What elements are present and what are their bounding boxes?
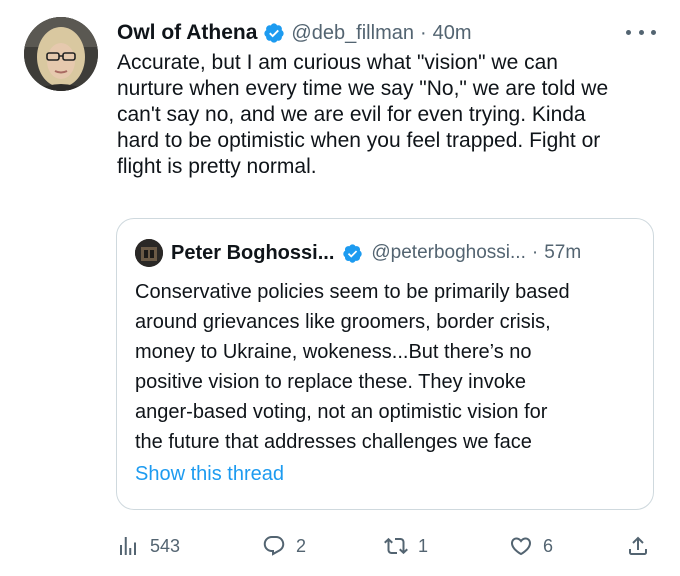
views-count: 543 [150,535,181,556]
quoted-tweet-text: Conservative policies seem to be primari… [135,281,570,453]
author-avatar[interactable] [24,17,98,91]
more-dot [638,29,644,35]
quoted-author-name[interactable]: Peter Boghossi... [171,242,334,265]
author-handle[interactable]: @deb_fillman [291,22,414,45]
heart-icon [509,534,533,558]
avatar-photo [24,17,98,91]
quoted-author-avatar[interactable] [135,239,163,267]
tweet-header: Owl of Athena @deb_fillman · 40m [117,18,472,48]
quoted-author-handle[interactable]: @peterboghossi... [371,242,526,264]
like-button[interactable]: 6 [509,528,553,564]
tweet[interactable]: Owl of Athena @deb_fillman · 40m Accurat… [0,0,680,576]
reply-button[interactable]: 2 [262,528,306,564]
more-options-icon[interactable] [626,22,656,42]
author-name[interactable]: Owl of Athena [117,21,257,45]
quoted-tweet[interactable]: Peter Boghossi... @peterboghossi... · 57… [116,218,654,510]
share-button[interactable] [626,528,650,564]
retweet-count: 1 [418,535,429,556]
reply-icon [262,534,286,558]
views-icon [116,534,140,558]
quoted-tweet-header: Peter Boghossi... @peterboghossi... · 57… [135,239,581,267]
retweet-button[interactable]: 1 [384,528,428,564]
verified-badge-icon [263,22,285,44]
tweet-timestamp[interactable]: 40m [433,22,472,45]
tweet-text: Accurate, but I am curious what "vision"… [117,51,609,178]
views-button[interactable]: 543 [116,528,180,564]
more-dot [651,29,656,35]
reply-count: 2 [296,535,307,556]
action-bar: 543 2 1 6 [116,528,656,564]
retweet-icon [384,534,408,558]
share-icon [626,534,650,558]
separator-dot: · [531,242,539,263]
separator-dot: · [419,21,427,44]
like-count: 6 [543,535,554,556]
show-thread-link[interactable]: Show this thread [135,463,284,486]
more-dot [626,29,631,35]
verified-badge-icon [342,243,363,264]
quoted-tweet-timestamp[interactable]: 57m [544,242,581,264]
